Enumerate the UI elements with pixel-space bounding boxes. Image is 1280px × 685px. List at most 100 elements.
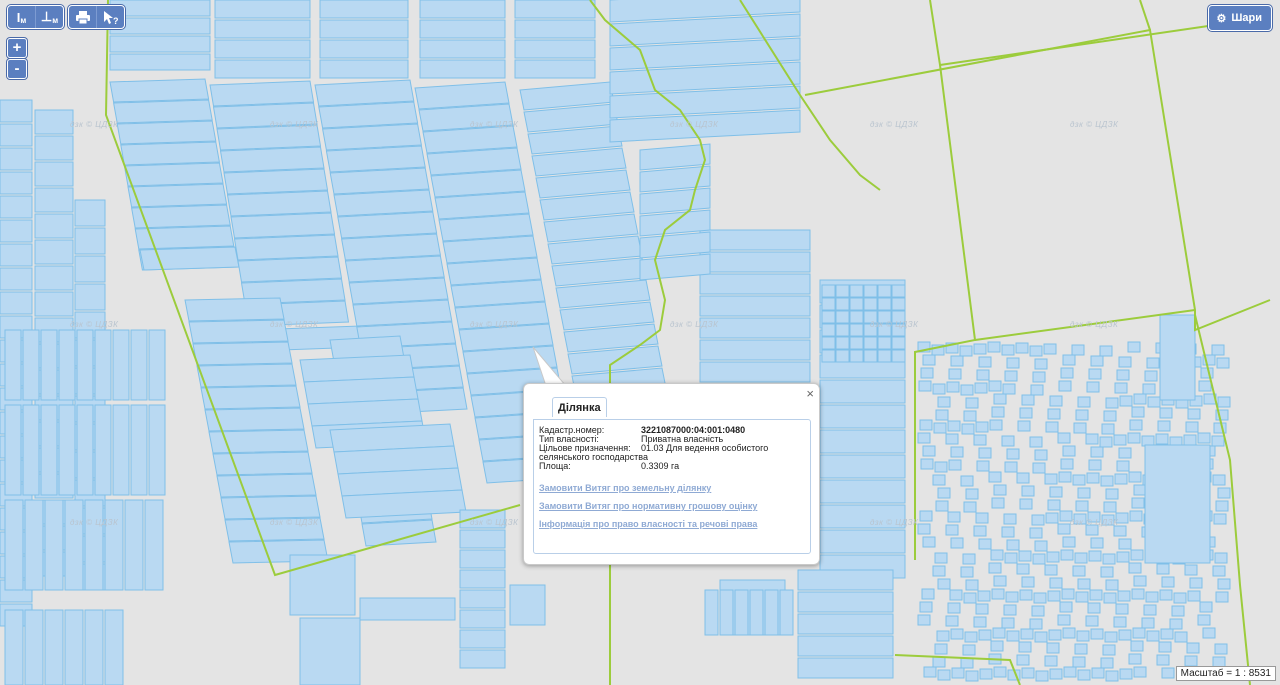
parcel[interactable] bbox=[1057, 432, 1071, 444]
parcel[interactable] bbox=[1060, 458, 1074, 470]
parcel[interactable] bbox=[991, 588, 1005, 600]
parcel[interactable] bbox=[919, 510, 933, 522]
layers-button[interactable]: ⚙ Шари bbox=[1208, 5, 1272, 31]
parcel[interactable] bbox=[1187, 590, 1201, 602]
parcel[interactable] bbox=[819, 479, 906, 504]
parcel[interactable] bbox=[849, 284, 864, 298]
parcel[interactable] bbox=[991, 406, 1005, 418]
parcel[interactable] bbox=[94, 404, 112, 496]
parcel[interactable] bbox=[58, 329, 76, 401]
parcel[interactable] bbox=[1118, 447, 1132, 459]
parcel[interactable] bbox=[1048, 629, 1062, 641]
parcel[interactable] bbox=[1129, 510, 1143, 522]
parcel[interactable] bbox=[1089, 589, 1103, 601]
parcel[interactable] bbox=[1029, 527, 1043, 539]
parcel[interactable] bbox=[1102, 553, 1116, 565]
parcel[interactable] bbox=[299, 617, 361, 685]
parcel[interactable] bbox=[1119, 668, 1133, 680]
parcel[interactable] bbox=[1072, 565, 1086, 577]
parcel[interactable] bbox=[1160, 628, 1174, 640]
parcel[interactable] bbox=[64, 499, 84, 591]
parcel[interactable] bbox=[797, 591, 894, 613]
parcel[interactable] bbox=[934, 552, 948, 564]
parcel[interactable] bbox=[1015, 342, 1029, 354]
parcel[interactable] bbox=[1045, 421, 1059, 433]
parcel[interactable] bbox=[34, 187, 74, 213]
parcel[interactable] bbox=[937, 578, 951, 590]
parcel[interactable] bbox=[993, 575, 1007, 587]
parcel[interactable] bbox=[978, 356, 992, 368]
parcel[interactable] bbox=[1003, 513, 1017, 525]
parcel[interactable] bbox=[1003, 604, 1017, 616]
parcel[interactable] bbox=[947, 602, 961, 614]
parcel[interactable] bbox=[1118, 356, 1132, 368]
parcel[interactable] bbox=[835, 349, 850, 363]
parcel[interactable] bbox=[419, 59, 506, 79]
parcel[interactable] bbox=[4, 499, 24, 591]
parcel[interactable] bbox=[1183, 434, 1197, 446]
parcel[interactable] bbox=[1146, 357, 1160, 369]
parcel[interactable] bbox=[1063, 666, 1077, 678]
parcel[interactable] bbox=[965, 670, 979, 682]
parcel[interactable] bbox=[821, 297, 836, 311]
parcel[interactable] bbox=[34, 239, 74, 265]
parcel[interactable] bbox=[76, 404, 94, 496]
identify-button[interactable]: ? bbox=[97, 6, 124, 28]
parcel[interactable] bbox=[0, 171, 33, 195]
parcel[interactable] bbox=[84, 499, 104, 591]
parcel[interactable] bbox=[1062, 536, 1076, 548]
parcel[interactable] bbox=[877, 284, 892, 298]
measure-distance-button[interactable]: Iм bbox=[8, 6, 36, 28]
parcel[interactable] bbox=[514, 0, 596, 19]
parcel[interactable] bbox=[699, 361, 811, 383]
parcel[interactable] bbox=[1185, 421, 1199, 433]
parcel[interactable] bbox=[993, 666, 1007, 678]
parcel[interactable] bbox=[932, 383, 946, 395]
parcel[interactable] bbox=[1200, 367, 1214, 379]
parcel[interactable] bbox=[1161, 576, 1175, 588]
parcel[interactable] bbox=[1169, 618, 1183, 630]
parcel[interactable] bbox=[24, 609, 44, 685]
parcel[interactable] bbox=[318, 101, 419, 129]
parcel[interactable] bbox=[1088, 550, 1102, 562]
parcel[interactable] bbox=[1088, 368, 1102, 380]
parcel[interactable] bbox=[934, 643, 948, 655]
parcel[interactable] bbox=[0, 147, 33, 171]
parcel[interactable] bbox=[863, 336, 878, 350]
order-parcel-extract-link[interactable]: Замовити Витяг про земельну ділянку bbox=[539, 483, 810, 493]
parcel[interactable] bbox=[797, 657, 894, 679]
parcel[interactable] bbox=[1072, 474, 1086, 486]
parcel[interactable] bbox=[975, 603, 989, 615]
parcel[interactable] bbox=[1076, 630, 1090, 642]
parcel[interactable] bbox=[1133, 484, 1147, 496]
parcel[interactable] bbox=[704, 589, 719, 636]
parcel[interactable] bbox=[196, 363, 297, 388]
parcel[interactable] bbox=[4, 609, 24, 685]
parcel[interactable] bbox=[961, 423, 975, 435]
parcel[interactable] bbox=[64, 609, 84, 685]
parcel[interactable] bbox=[219, 146, 325, 173]
parcel[interactable] bbox=[962, 553, 976, 565]
parcel[interactable] bbox=[1127, 432, 1141, 444]
parcel[interactable] bbox=[919, 419, 933, 431]
parcel[interactable] bbox=[1197, 614, 1211, 626]
parcel[interactable] bbox=[993, 393, 1007, 405]
parcel[interactable] bbox=[1034, 358, 1048, 370]
parcel[interactable] bbox=[1128, 562, 1142, 574]
parcel[interactable] bbox=[1058, 471, 1072, 483]
parcel[interactable] bbox=[1114, 473, 1128, 485]
parcel[interactable] bbox=[950, 355, 964, 367]
parcel[interactable] bbox=[1032, 553, 1046, 565]
parcel[interactable] bbox=[1034, 449, 1048, 461]
parcel[interactable] bbox=[891, 297, 906, 311]
parcel[interactable] bbox=[1086, 381, 1100, 393]
parcel[interactable] bbox=[1161, 667, 1175, 679]
parcel[interactable] bbox=[946, 381, 960, 393]
parcel[interactable] bbox=[1171, 605, 1185, 617]
parcel[interactable] bbox=[918, 380, 932, 392]
parcel[interactable] bbox=[919, 601, 933, 613]
parcel[interactable] bbox=[764, 589, 779, 636]
parcel[interactable] bbox=[937, 487, 951, 499]
parcel[interactable] bbox=[1019, 589, 1033, 601]
parcel[interactable] bbox=[192, 341, 293, 366]
